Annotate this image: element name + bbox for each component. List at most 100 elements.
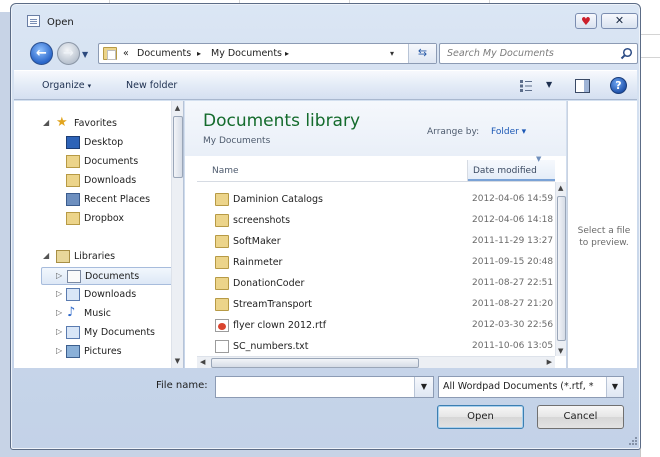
expand-arrow-icon[interactable]: ▷: [56, 327, 62, 336]
open-button[interactable]: Open: [437, 405, 524, 429]
navigation-pane: ◢ ★ Favorites Desktop Documents Download…: [14, 101, 184, 368]
organize-label: Organize: [42, 80, 85, 91]
folder-icon: [103, 47, 117, 60]
organize-button[interactable]: Organize ▾: [42, 80, 91, 91]
new-folder-button[interactable]: New folder: [126, 80, 177, 91]
heart-button[interactable]: ♥: [575, 13, 597, 29]
file-type-select[interactable]: All Wordpad Documents (*.rtf, * ▼: [438, 376, 624, 398]
downloads-library-icon: [66, 288, 80, 301]
nav-item-label: Pictures: [84, 346, 122, 357]
address-bar[interactable]: « Documents ▸ My Documents ▸ ▾ ⇆: [98, 43, 437, 64]
file-date: 2012-04-06 14:18: [472, 215, 554, 225]
help-icon[interactable]: ?: [610, 77, 627, 94]
list-item[interactable]: Daminion Catalogs 2012-04-06 14:59: [211, 190, 553, 210]
column-date-modified[interactable]: Date modified: [473, 166, 537, 176]
nav-item-recent-places[interactable]: Recent Places: [14, 191, 171, 209]
search-box[interactable]: Search My Documents: [439, 43, 638, 64]
scroll-up-arrow-icon[interactable]: ▲: [558, 184, 563, 192]
nav-item-library-downloads[interactable]: ▷ Downloads: [14, 286, 171, 304]
file-name-dropdown[interactable]: ▼: [414, 377, 433, 397]
list-item[interactable]: SoftMaker 2011-11-29 13:27: [211, 232, 554, 252]
cancel-button[interactable]: Cancel: [537, 405, 624, 429]
folder-icon: [66, 155, 80, 168]
file-type-dropdown[interactable]: ▼: [606, 377, 623, 397]
address-overflow[interactable]: «: [123, 48, 129, 59]
collapse-arrow-icon[interactable]: ◢: [43, 118, 49, 127]
file-list-vertical-scrollbar[interactable]: ▲ ▼: [555, 182, 566, 356]
library-header: Documents library My Documents Arrange b…: [185, 101, 566, 156]
nav-item-dropbox[interactable]: Dropbox: [14, 210, 171, 228]
list-item[interactable]: DonationCoder 2011-08-27 22:51: [211, 274, 553, 294]
nav-item-label: Music: [84, 308, 112, 319]
folder-icon: [66, 174, 80, 187]
file-name-field[interactable]: ▼: [215, 376, 434, 398]
nav-item-label: Downloads: [84, 289, 137, 300]
list-item[interactable]: StreamTransport 2011-08-27 21:20: [211, 295, 554, 315]
file-date: 2011-11-29 13:27: [472, 236, 554, 246]
nav-item-my-documents[interactable]: ▷ My Documents: [14, 324, 171, 342]
nav-item-downloads[interactable]: Downloads: [14, 172, 171, 190]
breadcrumb-separator[interactable]: ▸: [197, 49, 201, 58]
resize-grip-icon[interactable]: [628, 436, 638, 446]
column-name[interactable]: Name: [212, 166, 239, 176]
breadcrumb-my-documents[interactable]: My Documents: [211, 48, 282, 59]
nav-libraries[interactable]: ◢ Libraries: [14, 248, 171, 266]
nav-item-pictures[interactable]: ▷ Pictures: [14, 343, 171, 361]
folder-icon: [215, 256, 229, 269]
file-list-horizontal-scrollbar[interactable]: ◀ ▶: [197, 356, 555, 368]
nav-scrollbar[interactable]: ▲ ▼: [171, 101, 183, 368]
list-item[interactable]: flyer clown 2012.rtf 2012-03-30 22:56: [211, 316, 554, 336]
arrange-by-dropdown[interactable]: Folder ▾: [491, 127, 526, 137]
refresh-button[interactable]: ⇆: [408, 44, 436, 63]
scroll-thumb[interactable]: [211, 358, 419, 368]
back-button[interactable]: ←: [30, 42, 53, 65]
scroll-thumb[interactable]: [557, 196, 566, 341]
scroll-thumb[interactable]: [173, 116, 183, 178]
expand-arrow-icon[interactable]: ▷: [56, 289, 62, 298]
scroll-down-arrow-icon[interactable]: ▼: [558, 347, 563, 355]
list-item[interactable]: Rainmeter 2011-09-15 20:48: [211, 253, 554, 273]
nav-favorites[interactable]: ◢ ★ Favorites: [14, 115, 171, 133]
close-button[interactable]: ✕: [601, 13, 638, 29]
list-item[interactable]: screenshots 2012-04-06 14:18: [211, 211, 554, 231]
scroll-down-arrow-icon[interactable]: ▼: [172, 355, 183, 367]
nav-item-library-documents[interactable]: ▷ Documents: [41, 267, 177, 285]
file-date: 2011-08-27 21:20: [472, 299, 554, 309]
star-icon: ★: [56, 115, 68, 130]
nav-item-label: Documents: [84, 156, 139, 167]
background-line: [641, 57, 660, 58]
title-bar[interactable]: Open ♥ ✕: [11, 4, 640, 32]
breadcrumb-separator[interactable]: ▸: [285, 49, 289, 58]
preview-pane-icon[interactable]: [575, 79, 590, 93]
breadcrumb-documents[interactable]: Documents: [137, 48, 191, 59]
chevron-down-icon: ▾: [87, 82, 92, 90]
scroll-left-arrow-icon[interactable]: ◀: [200, 358, 205, 366]
file-name-label: File name:: [156, 380, 208, 391]
search-input[interactable]: Search My Documents: [447, 48, 554, 59]
text-document-icon: [215, 340, 229, 353]
recent-pages-dropdown[interactable]: ▼: [82, 50, 88, 59]
view-options-dropdown[interactable]: ▼: [546, 80, 552, 89]
column-divider[interactable]: [467, 160, 468, 182]
file-name: StreamTransport: [233, 299, 312, 310]
expand-arrow-icon[interactable]: ▷: [56, 308, 62, 317]
nav-item-documents[interactable]: Documents: [14, 153, 171, 171]
nav-item-music[interactable]: ▷ ♪ Music: [14, 305, 171, 323]
file-date: 2012-03-30 22:56: [472, 320, 554, 330]
command-bar: Organize ▾ New folder ▼ ?: [14, 70, 637, 100]
collapse-arrow-icon[interactable]: ◢: [43, 251, 49, 260]
library-subtitle: My Documents: [203, 136, 271, 146]
nav-item-desktop[interactable]: Desktop: [14, 134, 171, 152]
file-date: 2011-09-15 20:48: [472, 257, 554, 267]
scroll-up-arrow-icon[interactable]: ▲: [172, 102, 183, 114]
preview-pane: Select a file to preview.: [567, 101, 637, 368]
scroll-right-arrow-icon[interactable]: ▶: [547, 358, 552, 366]
folder-icon: [215, 214, 229, 227]
expand-arrow-icon[interactable]: ▷: [56, 346, 62, 355]
forward-button[interactable]: →: [57, 42, 80, 65]
list-item[interactable]: SC_numbers.txt 2011-10-06 13:05: [211, 337, 553, 357]
expand-arrow-icon[interactable]: ▷: [56, 271, 62, 280]
address-dropdown[interactable]: ▾: [390, 49, 394, 58]
view-options-icon[interactable]: [519, 79, 533, 93]
libraries-icon: [56, 250, 70, 263]
